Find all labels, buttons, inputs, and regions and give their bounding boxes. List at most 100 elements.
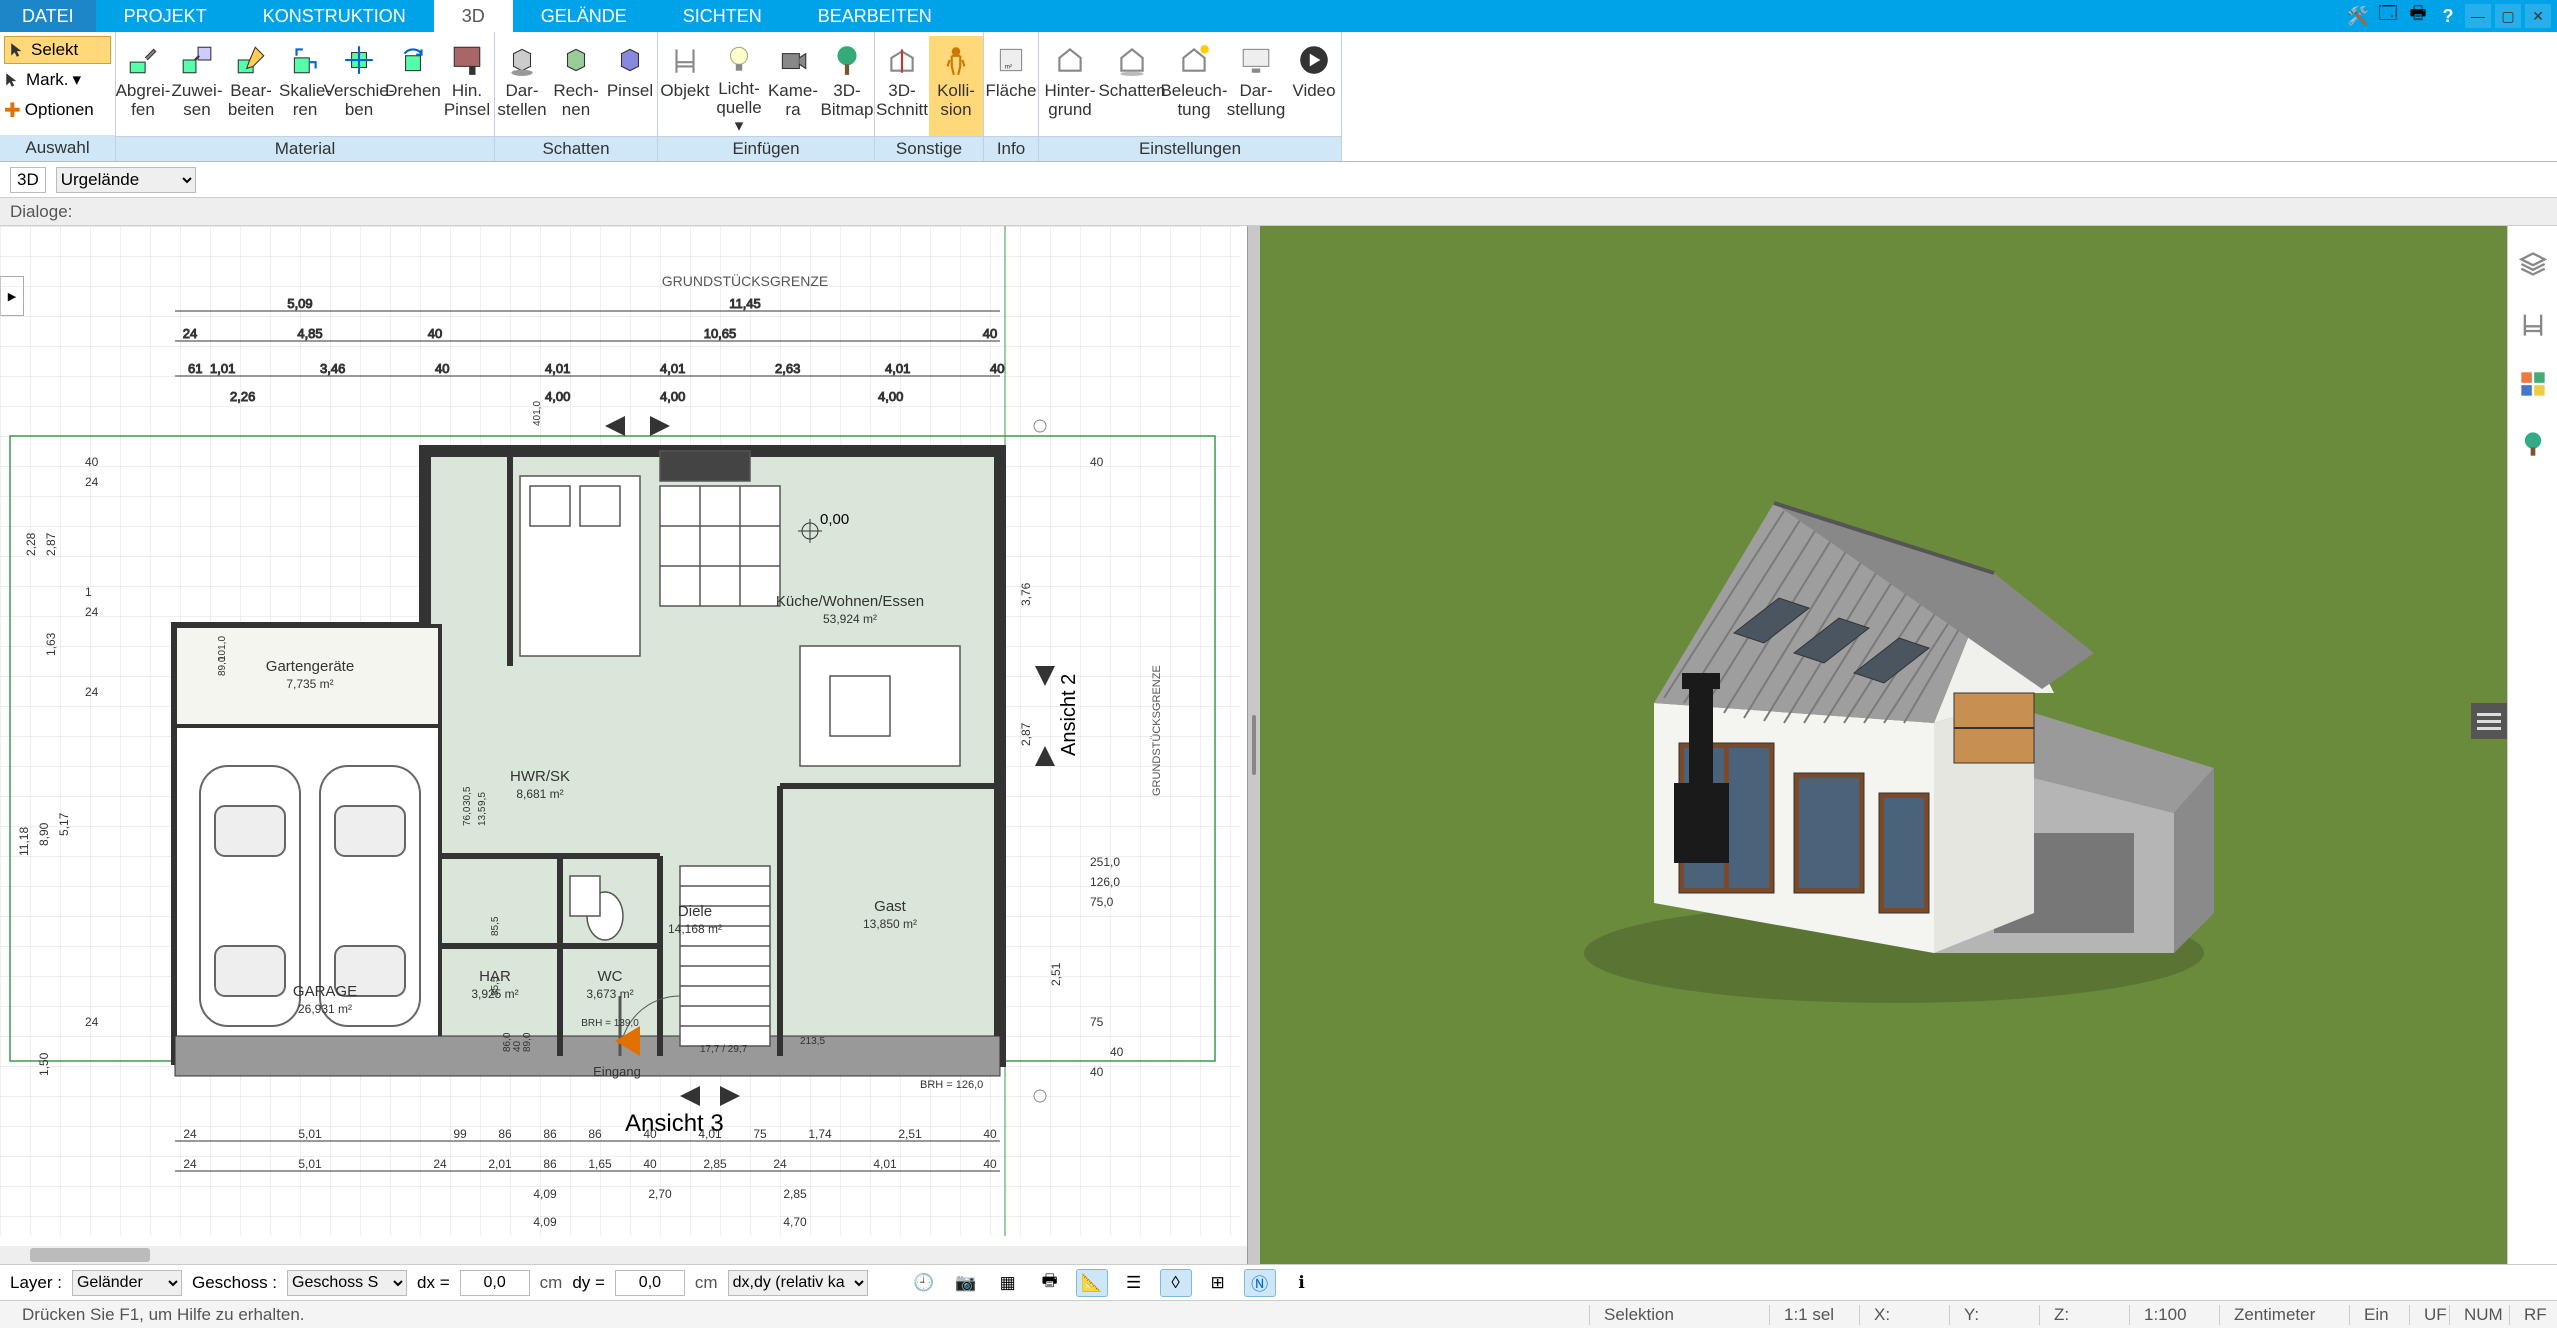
optionen-button[interactable]: ✚ Optionen	[4, 96, 111, 124]
snapshot-icon[interactable]: 📷	[950, 1269, 982, 1297]
schatten-button[interactable]: Schatten	[1101, 36, 1163, 136]
pinsel-button[interactable]: Pinsel	[603, 36, 657, 136]
vegetation-icon[interactable]	[2515, 426, 2551, 462]
monitor-icon	[1239, 43, 1273, 77]
svg-text:m²: m²	[1005, 64, 1012, 71]
hintergrund-button[interactable]: Hinter- grund	[1039, 36, 1101, 136]
zuweisen-button[interactable]: Zuwei- sen	[170, 36, 224, 136]
svg-text:40: 40	[1090, 455, 1104, 469]
dx-input[interactable]	[460, 1270, 530, 1296]
svg-text:251,0: 251,0	[1090, 855, 1120, 869]
menu-bearbeiten[interactable]: BEARBEITEN	[790, 0, 960, 32]
bearbeiten-button[interactable]: Bear- beiten	[224, 36, 278, 136]
dy-input[interactable]	[615, 1270, 685, 1296]
furniture-icon[interactable]	[2515, 306, 2551, 342]
house-shadow-icon	[1115, 43, 1149, 77]
tools-icon[interactable]: 🛠️	[2345, 3, 2371, 29]
menu-konstruktion[interactable]: KONSTRUKTION	[235, 0, 434, 32]
print-icon[interactable]: 🖶	[2405, 3, 2431, 29]
print-icon[interactable]: 🖶	[1034, 1269, 1066, 1297]
status-rf: RF	[2509, 1305, 2549, 1325]
3d-schnitt-button[interactable]: 3D- Schnitt	[875, 36, 929, 136]
help-icon[interactable]: ?	[2435, 3, 2461, 29]
svg-text:2,28: 2,28	[24, 532, 38, 556]
person-icon	[939, 43, 973, 77]
svg-text:213,5: 213,5	[800, 1036, 825, 1047]
svg-text:40: 40	[643, 1127, 657, 1141]
menu-datei[interactable]: DATEI	[0, 0, 96, 32]
dy-unit: cm	[695, 1273, 718, 1293]
svg-text:Ansicht 2: Ansicht 2	[1058, 674, 1080, 756]
svg-text:40: 40	[1090, 1065, 1104, 1079]
chair-icon	[668, 43, 702, 77]
pane-splitter[interactable]	[1248, 226, 1260, 1264]
grid-snap-icon[interactable]: ⊞	[1202, 1269, 1234, 1297]
snap-plane-icon[interactable]: ◊	[1160, 1269, 1192, 1297]
svg-text:Eingang: Eingang	[593, 1064, 641, 1079]
svg-text:24: 24	[85, 1015, 99, 1029]
[interactable]: Drehen	[386, 36, 440, 136]
bulb-icon	[722, 42, 756, 76]
scrollbar-h[interactable]	[0, 1246, 1247, 1264]
ribbon-group-sonstige: 3D- Schnitt Kolli- sion Sonstige	[875, 32, 984, 161]
beleuchtung-button[interactable]: Beleuch- tung	[1163, 36, 1225, 136]
menu-projekt[interactable]: PROJEKT	[96, 0, 235, 32]
layers-icon[interactable]	[2515, 246, 2551, 282]
info-cursor-icon[interactable]: ℹ	[1286, 1269, 1318, 1297]
layers-toggle-icon[interactable]: ▦	[992, 1269, 1024, 1297]
maximize-button[interactable]: ▢	[2495, 4, 2521, 28]
view-mode-box[interactable]: 3D	[10, 167, 46, 193]
status-scale: 1:100	[2129, 1305, 2219, 1325]
plan-2d-pane[interactable]: ▶ GRUNDSTÜCKSGRENZE 5,09 11,45 24 4,85 4…	[0, 226, 1248, 1264]
close-button[interactable]: ✕	[2525, 4, 2551, 28]
svg-text:17,7 / 29,7: 17,7 / 29,7	[700, 1044, 748, 1055]
rechnen-button[interactable]: Rech- nen	[549, 36, 603, 136]
menu-sichten[interactable]: SICHTEN	[655, 0, 790, 32]
palette-icon[interactable]	[2515, 366, 2551, 402]
history-icon[interactable]: 🕘	[908, 1269, 940, 1297]
layer-label: Layer :	[10, 1273, 62, 1293]
right-panel-toggle[interactable]	[2471, 703, 2507, 739]
darstellung-button[interactable]: Dar- stellung	[1225, 36, 1287, 136]
svg-text:40: 40	[1110, 1045, 1124, 1059]
flaeche-button[interactable]: m²Fläche	[984, 36, 1038, 136]
objekt-button[interactable]: Objekt	[658, 36, 712, 136]
minimize-button[interactable]: —	[2465, 4, 2491, 28]
coord-mode-select[interactable]: dx,dy (relativ ka	[728, 1270, 868, 1296]
abgreifen-button[interactable]: Abgrei- fen	[116, 36, 170, 136]
layer-select[interactable]: Geländer	[72, 1270, 182, 1296]
status-x: X:	[1859, 1305, 1949, 1325]
window-icon[interactable]: 🗔	[2375, 3, 2401, 29]
3d-bitmap-button[interactable]: 3D- Bitmap	[820, 36, 874, 136]
node-snap-icon[interactable]: Ⓝ	[1244, 1269, 1276, 1297]
video-button[interactable]: Video	[1287, 36, 1341, 136]
svg-text:2,70: 2,70	[648, 1187, 672, 1201]
verschieben-button[interactable]: Verschie- ben	[332, 36, 386, 136]
geschoss-select[interactable]: Geschoss S	[287, 1270, 407, 1296]
hin-pinsel-button[interactable]: Hin. Pinsel	[440, 36, 494, 136]
terrain-select[interactable]: Urgelände	[56, 167, 196, 193]
view-3d-pane[interactable]	[1260, 226, 2507, 1264]
menu-3d[interactable]: 3D	[434, 0, 513, 32]
assign-icon	[180, 43, 214, 77]
selekt-button[interactable]: Selekt	[4, 36, 111, 64]
workspace: ▶ GRUNDSTÜCKSGRENZE 5,09 11,45 24 4,85 4…	[0, 226, 2557, 1264]
darstellen-button[interactable]: Dar- stellen	[495, 36, 549, 136]
svg-text:GRUNDSTÜCKSGRENZE: GRUNDSTÜCKSGRENZE	[1151, 665, 1163, 796]
lichtquelle-button[interactable]: Licht- quelle ▾	[712, 36, 766, 136]
ribbon-group-label: Schatten	[495, 136, 657, 161]
dx-unit: cm	[540, 1273, 563, 1293]
selekt-label: Selekt	[31, 40, 78, 60]
svg-text:5,09: 5,09	[287, 296, 312, 311]
menubar: DATEI PROJEKT KONSTRUKTION 3D GELÄNDE SI…	[0, 0, 2557, 32]
mark-button[interactable]: Mark.▾	[4, 66, 111, 94]
plus-icon: ✚	[4, 98, 21, 123]
snap-layer-icon[interactable]: ☰	[1118, 1269, 1150, 1297]
right-tool-gutter	[2507, 226, 2557, 1264]
status-sel: 1:1 sel	[1769, 1305, 1859, 1325]
kamera-button[interactable]: Kame- ra	[766, 36, 820, 136]
kollision-button[interactable]: Kolli- sion	[929, 36, 983, 136]
snap-angle-icon[interactable]: 📐	[1076, 1269, 1108, 1297]
svg-text:4,00: 4,00	[878, 389, 903, 404]
menu-gelaende[interactable]: GELÄNDE	[513, 0, 655, 32]
